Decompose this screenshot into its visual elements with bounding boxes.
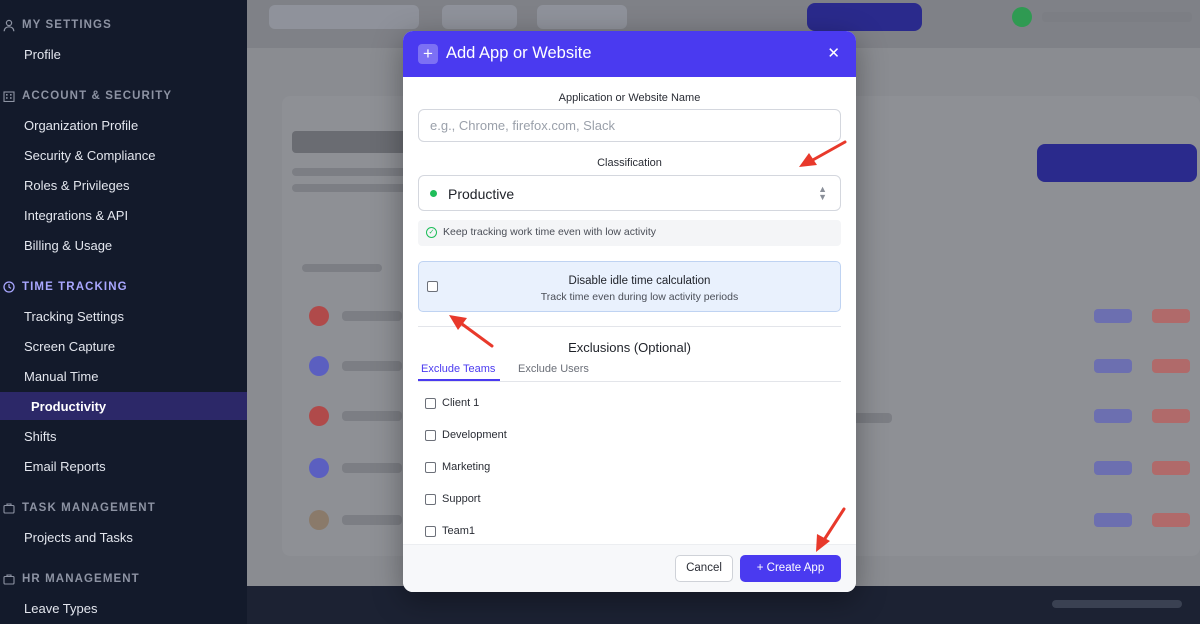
clock-icon — [2, 280, 16, 294]
annotation-arrow-icon — [816, 507, 846, 552]
section-task-management: TASK MANAGEMENT — [0, 501, 156, 515]
team-checkbox[interactable] — [425, 494, 436, 505]
avatar — [1012, 7, 1032, 27]
blurred-chip — [1094, 461, 1132, 475]
productive-dot-icon — [430, 190, 437, 197]
blurred-control — [442, 5, 517, 29]
idle-subtitle: Track time even during low activity peri… — [540, 291, 739, 303]
blurred-control — [537, 5, 627, 29]
name-label: Application or Website Name — [558, 92, 701, 104]
section-account-security: ACCOUNT & SECURITY — [0, 89, 172, 103]
briefcase-icon — [2, 501, 16, 515]
section-title: TASK MANAGEMENT — [22, 502, 156, 514]
blurred-text — [342, 515, 402, 525]
annotation-arrow-icon — [799, 140, 847, 167]
blurred-button — [1037, 144, 1197, 182]
create-app-button[interactable]: + Create App — [740, 555, 841, 582]
blurred-chip — [1152, 359, 1190, 373]
blurred-text — [1052, 600, 1182, 608]
annotation-arrow-icon — [449, 315, 494, 348]
blurred-title — [292, 131, 412, 153]
sidebar: MY SETTINGS Profile ACCOUNT & SECURITY O… — [0, 0, 247, 624]
app-name-input[interactable] — [418, 109, 841, 142]
blurred-app-icon — [309, 406, 329, 426]
sidebar-item-organization-profile[interactable]: Organization Profile — [0, 111, 247, 139]
classification-select[interactable]: Productive ▲ ▼ — [418, 175, 841, 211]
briefcase-icon — [2, 572, 16, 586]
classification-hint: ✓ Keep tracking work time even with low … — [418, 220, 841, 246]
blurred-chip — [1094, 409, 1132, 423]
sidebar-item-integrations-api[interactable]: Integrations & API — [0, 201, 247, 229]
section-title: ACCOUNT & SECURITY — [22, 90, 173, 102]
cancel-button[interactable]: Cancel — [675, 555, 733, 582]
blurred-chip — [1152, 513, 1190, 527]
section-time-tracking: TIME TRACKING — [0, 280, 128, 294]
hint-text: Keep tracking work time even with low ac… — [443, 226, 656, 238]
blurred-app-icon — [309, 510, 329, 530]
tab-exclude-teams[interactable]: Exclude Teams — [421, 363, 495, 375]
building-icon — [2, 89, 16, 103]
modal-header: + Add App or Website ✕ — [403, 31, 856, 77]
sidebar-item-security-compliance[interactable]: Security & Compliance — [0, 141, 247, 169]
blurred-text — [302, 264, 382, 272]
blurred-chip — [1094, 513, 1132, 527]
sidebar-item-manual-time[interactable]: Manual Time — [0, 362, 247, 390]
sidebar-item-email-reports[interactable]: Email Reports — [0, 452, 247, 480]
section-title: TIME TRACKING — [22, 281, 128, 293]
blurred-text — [342, 411, 402, 421]
sidebar-item-profile[interactable]: Profile — [0, 40, 247, 68]
check-circle-icon: ✓ — [426, 227, 437, 238]
tab-divider — [418, 381, 841, 382]
team-label: Support — [442, 493, 481, 505]
sidebar-item-projects-tasks[interactable]: Projects and Tasks — [0, 523, 247, 551]
close-icon[interactable]: ✕ — [827, 44, 840, 62]
classification-value: Productive — [448, 186, 515, 202]
blurred-chip — [1152, 309, 1190, 323]
blurred-text — [1042, 12, 1192, 22]
plus-icon: + — [418, 44, 438, 64]
blurred-text — [342, 311, 402, 321]
blurred-chip — [1152, 461, 1190, 475]
blurred-text — [342, 361, 402, 371]
team-label: Marketing — [442, 461, 491, 473]
team-checkbox[interactable] — [425, 526, 436, 537]
section-title: MY SETTINGS — [22, 19, 112, 31]
blurred-app-icon — [309, 306, 329, 326]
sidebar-item-roles-privileges[interactable]: Roles & Privileges — [0, 171, 247, 199]
blurred-chip — [1152, 409, 1190, 423]
section-hr-management: HR MANAGEMENT — [0, 572, 140, 586]
user-icon — [2, 18, 16, 32]
idle-option-box: Disable idle time calculation Track time… — [418, 261, 841, 312]
team-label: Development — [442, 429, 507, 441]
section-title: HR MANAGEMENT — [22, 573, 140, 585]
idle-title: Disable idle time calculation — [568, 275, 711, 287]
classification-label: Classification — [597, 157, 662, 169]
sidebar-item-tracking-settings[interactable]: Tracking Settings — [0, 302, 247, 330]
team-checkbox[interactable] — [425, 462, 436, 473]
team-checkbox[interactable] — [425, 430, 436, 441]
tab-exclude-users[interactable]: Exclude Users — [518, 363, 589, 375]
blurred-app-icon — [309, 356, 329, 376]
chevron-updown-icon: ▲ ▼ — [818, 184, 827, 202]
blurred-control — [269, 5, 419, 29]
blurred-chip — [1094, 359, 1132, 373]
modal-footer: Cancel + Create App — [403, 544, 856, 592]
sidebar-item-productivity[interactable]: Productivity — [0, 392, 247, 420]
sidebar-item-leave-types[interactable]: Leave Types — [0, 594, 247, 622]
team-label: Team1 — [442, 525, 476, 537]
sidebar-item-billing-usage[interactable]: Billing & Usage — [0, 231, 247, 259]
team-label: Client 1 — [442, 397, 480, 409]
blurred-text — [342, 463, 402, 473]
blurred-chip — [1094, 309, 1132, 323]
modal-title: Add App or Website — [446, 44, 592, 62]
team-checkbox[interactable] — [425, 398, 436, 409]
section-my-settings: MY SETTINGS — [0, 18, 112, 32]
blurred-app-icon — [309, 458, 329, 478]
sidebar-item-shifts[interactable]: Shifts — [0, 422, 247, 450]
blurred-button — [807, 3, 922, 31]
sidebar-item-screen-capture[interactable]: Screen Capture — [0, 332, 247, 360]
